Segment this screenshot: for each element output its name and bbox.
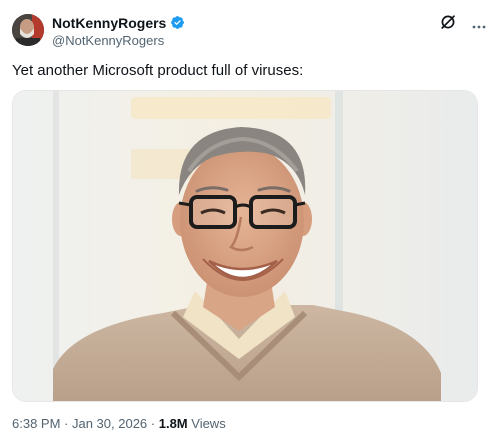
meta-separator: · — [147, 416, 159, 431]
meta-separator: · — [60, 416, 72, 431]
tweet-time[interactable]: 6:38 PM — [12, 416, 60, 431]
views-label: Views — [187, 416, 226, 431]
tweet-media-photo[interactable] — [12, 90, 478, 402]
views-count: 1.8M — [158, 416, 188, 431]
more-horizontal-icon[interactable] — [472, 16, 486, 34]
avatar[interactable] — [12, 14, 44, 46]
handle[interactable]: @NotKennyRogers — [52, 33, 185, 48]
display-name[interactable]: NotKennyRogers — [52, 15, 166, 31]
grok-slash-circle-icon[interactable] — [440, 14, 456, 35]
verified-badge-icon — [170, 15, 185, 30]
tweet: NotKennyRogers @NotKennyRogers Yet anoth… — [0, 0, 500, 444]
top-actions — [440, 14, 486, 35]
name-row: NotKennyRogers — [52, 14, 185, 31]
author-block: NotKennyRogers @NotKennyRogers — [52, 14, 185, 48]
tweet-date[interactable]: Jan 30, 2026 — [72, 416, 147, 431]
tweet-text: Yet another Microsoft product full of vi… — [12, 62, 304, 79]
tweet-meta: 6:38 PM · Jan 30, 2026 · 1.8M Views — [12, 416, 226, 431]
